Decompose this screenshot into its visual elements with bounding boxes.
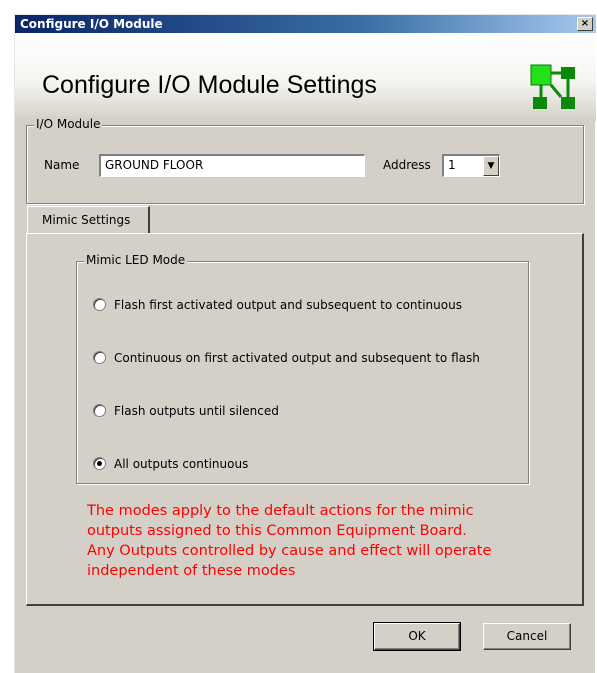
- mimic-led-mode-group-label: Mimic LED Mode: [84, 253, 188, 267]
- radio-button[interactable]: [93, 404, 106, 417]
- radio-button[interactable]: [93, 298, 106, 311]
- radio-label: Flash outputs until silenced: [114, 404, 279, 418]
- mimic-led-mode-group: Mimic LED Mode Flash first activated out…: [76, 253, 529, 484]
- close-button[interactable]: ×: [577, 17, 593, 31]
- tab-mimic-settings[interactable]: Mimic Settings: [27, 206, 150, 234]
- cancel-button[interactable]: Cancel: [483, 623, 571, 650]
- note-line: Any Outputs controlled by cause and effe…: [87, 543, 492, 559]
- mimic-mode-note: The modes apply to the default actions f…: [87, 501, 567, 581]
- radio-button-selected[interactable]: [93, 457, 106, 470]
- chevron-down-icon[interactable]: ▼: [483, 156, 499, 176]
- tab-mimic-settings-label: Mimic Settings: [42, 213, 131, 227]
- radio-dot: [97, 461, 102, 466]
- dialog-header: Configure I/O Module Settings: [15, 33, 596, 121]
- radio-label: Flash first activated output and subsequ…: [114, 298, 462, 312]
- address-label: Address: [383, 158, 431, 172]
- ok-button[interactable]: OK: [373, 622, 461, 651]
- radio-label: All outputs continuous: [114, 457, 249, 471]
- name-label: Name: [44, 158, 80, 172]
- title-bar[interactable]: Configure I/O Module ×: [15, 15, 596, 33]
- io-module-group-label: I/O Module: [34, 117, 103, 131]
- dialog-heading: Configure I/O Module Settings: [42, 71, 377, 99]
- green-network-icon: [530, 64, 575, 109]
- note-line: independent of these modes: [87, 563, 296, 579]
- address-select-value: 1: [448, 158, 456, 172]
- name-field[interactable]: GROUND FLOOR: [99, 154, 365, 177]
- note-line: outputs assigned to this Common Equipmen…: [87, 523, 467, 539]
- radio-button[interactable]: [93, 351, 106, 364]
- note-line: The modes apply to the default actions f…: [87, 503, 474, 519]
- window-title: Configure I/O Module: [20, 17, 163, 31]
- address-select[interactable]: 1 ▼: [442, 154, 500, 177]
- io-module-group: I/O Module Name GROUND FLOOR Address 1 ▼: [26, 117, 584, 204]
- radio-label: Continuous on first activated output and…: [114, 351, 480, 365]
- configure-io-module-dialog: Configure I/O Module × Configure I/O Mod…: [14, 14, 596, 673]
